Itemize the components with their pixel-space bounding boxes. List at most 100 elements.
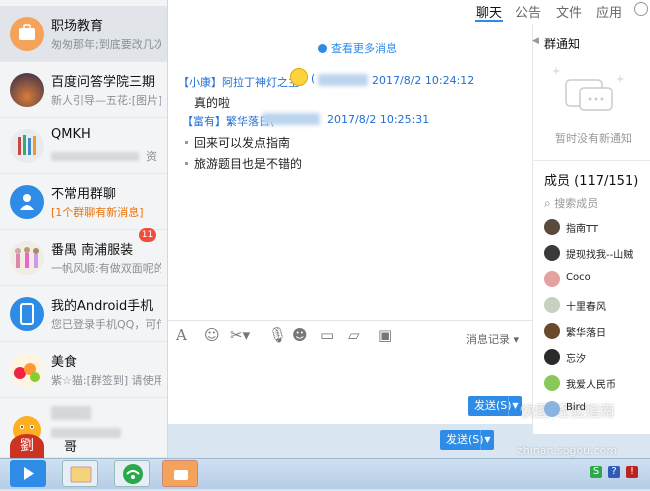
group-avatar [10, 73, 44, 107]
member-row[interactable]: 繁华落日 [544, 321, 650, 343]
svg-text:+: + [552, 66, 560, 77]
explorer-taskbar-icon[interactable] [62, 460, 98, 487]
members-count-heading: 成员 (117/151) [544, 174, 639, 189]
active-tab-indicator [475, 20, 503, 22]
conversation-item-zhichang[interactable]: 职场教育 匆匆那年;到底要改几次 [0, 6, 167, 62]
group-chat-taskbar-icon[interactable] [162, 460, 198, 487]
conversation-name: 不常用群聊 [51, 187, 117, 202]
conversation-preview: 资 [146, 150, 157, 163]
message-text: 真的啦 [194, 96, 231, 110]
message-sender[interactable]: 【富有】繁华落日( [182, 113, 274, 129]
send-label: 发送(S) [474, 399, 512, 412]
message-history-label: 消息记录 [466, 333, 510, 346]
send-button[interactable]: 发送(S) ▼ [468, 396, 522, 416]
member-row[interactable]: Coco [544, 269, 650, 291]
group-avatar [10, 17, 44, 51]
empty-notice-illustration: + + [552, 66, 624, 111]
view-more-messages-link[interactable]: 查看更多消息 [318, 40, 397, 56]
screenshot-scissors-icon[interactable]: ✂▾ [230, 326, 250, 344]
message-time: 2017/8/2 10:24:12 [372, 74, 475, 87]
send-options-chevron-icon[interactable]: ▼ [480, 430, 494, 450]
conversation-name: 百度问答学院三期 [51, 75, 156, 90]
view-more-messages-label: 查看更多消息 [331, 42, 397, 55]
member-avatar [544, 271, 560, 287]
message-history-button[interactable]: 消息记录 ▾ [466, 331, 519, 347]
conversation-item-android[interactable]: 我的Android手机 您已登录手机QQ，可传 [0, 286, 167, 342]
member-row[interactable]: 忘汐 [544, 347, 650, 369]
message-line: 旅游题目也是不错的 [194, 157, 303, 171]
member-name: Coco [566, 272, 591, 283]
member-row[interactable]: 我爱人民币 [544, 373, 650, 395]
conversation-preview: 紫☆猫:[群签到] 请使用 [51, 374, 161, 387]
conversation-item-inactive-groups[interactable]: 不常用群聊 [1个群聊有新消息] [0, 174, 167, 230]
emoji-icon[interactable]: ☺ [204, 326, 220, 344]
member-name: 提现找我--山贼 [566, 250, 634, 261]
blurred-qq-number [262, 113, 320, 125]
member-name: 忘汐 [566, 354, 586, 365]
calendar-icon[interactable]: ▣ [378, 326, 392, 344]
group-folder-avatar [10, 185, 44, 219]
clock-icon [318, 44, 327, 53]
settings-gear-icon[interactable] [634, 2, 648, 16]
gift-icon[interactable]: ☻ [292, 326, 308, 344]
folder-icon[interactable]: ▱ [348, 326, 360, 344]
conversation-name: 职场教育 [51, 19, 104, 34]
conversation-name: QMKH [51, 127, 91, 142]
search-icon: ⌕ [544, 196, 551, 210]
group-avatar [10, 353, 44, 387]
conversation-name: 哥 [64, 440, 78, 455]
member-search-input[interactable]: ⌕ 搜索成员 [544, 195, 598, 211]
message-time: 2017/8/2 10:25:31 [327, 113, 430, 126]
microphone-icon[interactable]: 🎙 [268, 326, 287, 344]
member-row[interactable]: 指南TT [544, 217, 650, 239]
conversation-preview: 您已登录手机QQ，可传 [51, 318, 161, 331]
help-tray-icon[interactable]: ? [608, 466, 620, 478]
divider [168, 320, 532, 321]
member-avatar [544, 245, 560, 261]
blurred-qq-number [318, 74, 368, 86]
security-tray-icon[interactable]: ! [626, 466, 638, 478]
member-avatar [544, 401, 560, 417]
tab-files[interactable]: 文件 [556, 2, 582, 21]
member-name: 指南TT [566, 224, 599, 235]
conversation-item-ge[interactable]: 劉 哥 [0, 428, 168, 458]
message-line: 回来可以发点指南 [194, 136, 291, 150]
tab-apps[interactable]: 应用 [596, 2, 622, 21]
unread-count-badge: 11 [139, 228, 156, 242]
member-search-placeholder: 搜索成员 [554, 197, 599, 210]
font-icon[interactable]: A [176, 326, 187, 344]
conversation-preview: 匆匆那年;到底要改几次 [51, 38, 161, 51]
tab-announcement[interactable]: 公告 [515, 2, 541, 21]
group-avatar [10, 241, 44, 275]
send-button-background-window[interactable]: 发送(S) ▼ [440, 430, 494, 450]
blurred-preview [51, 152, 139, 161]
member-row[interactable]: 提现找我--山贼 [544, 243, 650, 265]
conversation-preview: [1个群聊有新消息] [51, 206, 144, 219]
sogou-tray-icon[interactable]: S [590, 466, 602, 478]
member-avatar [544, 219, 560, 235]
message-text: 回来可以发点指南 [185, 134, 290, 151]
image-icon[interactable]: ▭ [320, 326, 334, 344]
member-row[interactable]: 十里春风 [544, 295, 650, 317]
qq-taskbar-icon[interactable] [10, 460, 46, 487]
divider [532, 160, 650, 161]
send-label: 发送(S) [446, 433, 484, 446]
conversation-preview: 一帆风顺:有做双面呢的 [51, 262, 161, 275]
conversation-name: 我的Android手机 [51, 299, 154, 314]
conversation-item-meishi[interactable]: 美食 紫☆猫:[群签到] 请使用 [0, 342, 167, 398]
member-row[interactable]: Bird [544, 399, 650, 421]
message-sender[interactable]: 【小康】阿拉丁神灯之主 [178, 74, 299, 90]
conversation-item-qmkh[interactable]: QMKH 资 [0, 118, 167, 174]
wifi-app-taskbar-icon[interactable] [114, 460, 150, 487]
bullet [185, 162, 188, 165]
tab-chat[interactable]: 聊天 [476, 2, 502, 21]
svg-text:+: + [616, 74, 624, 85]
conversation-item-baidu[interactable]: 百度问答学院三期 新人引导—五花:[图片] [0, 62, 167, 118]
member-avatar [544, 297, 560, 313]
member-name: 我爱人民币 [566, 380, 616, 391]
member-name: Bird [566, 402, 586, 413]
member-avatar [544, 349, 560, 365]
member-avatar [544, 375, 560, 391]
bullet [185, 141, 188, 144]
collapse-panel-arrow-icon[interactable]: ◀ [532, 36, 539, 46]
